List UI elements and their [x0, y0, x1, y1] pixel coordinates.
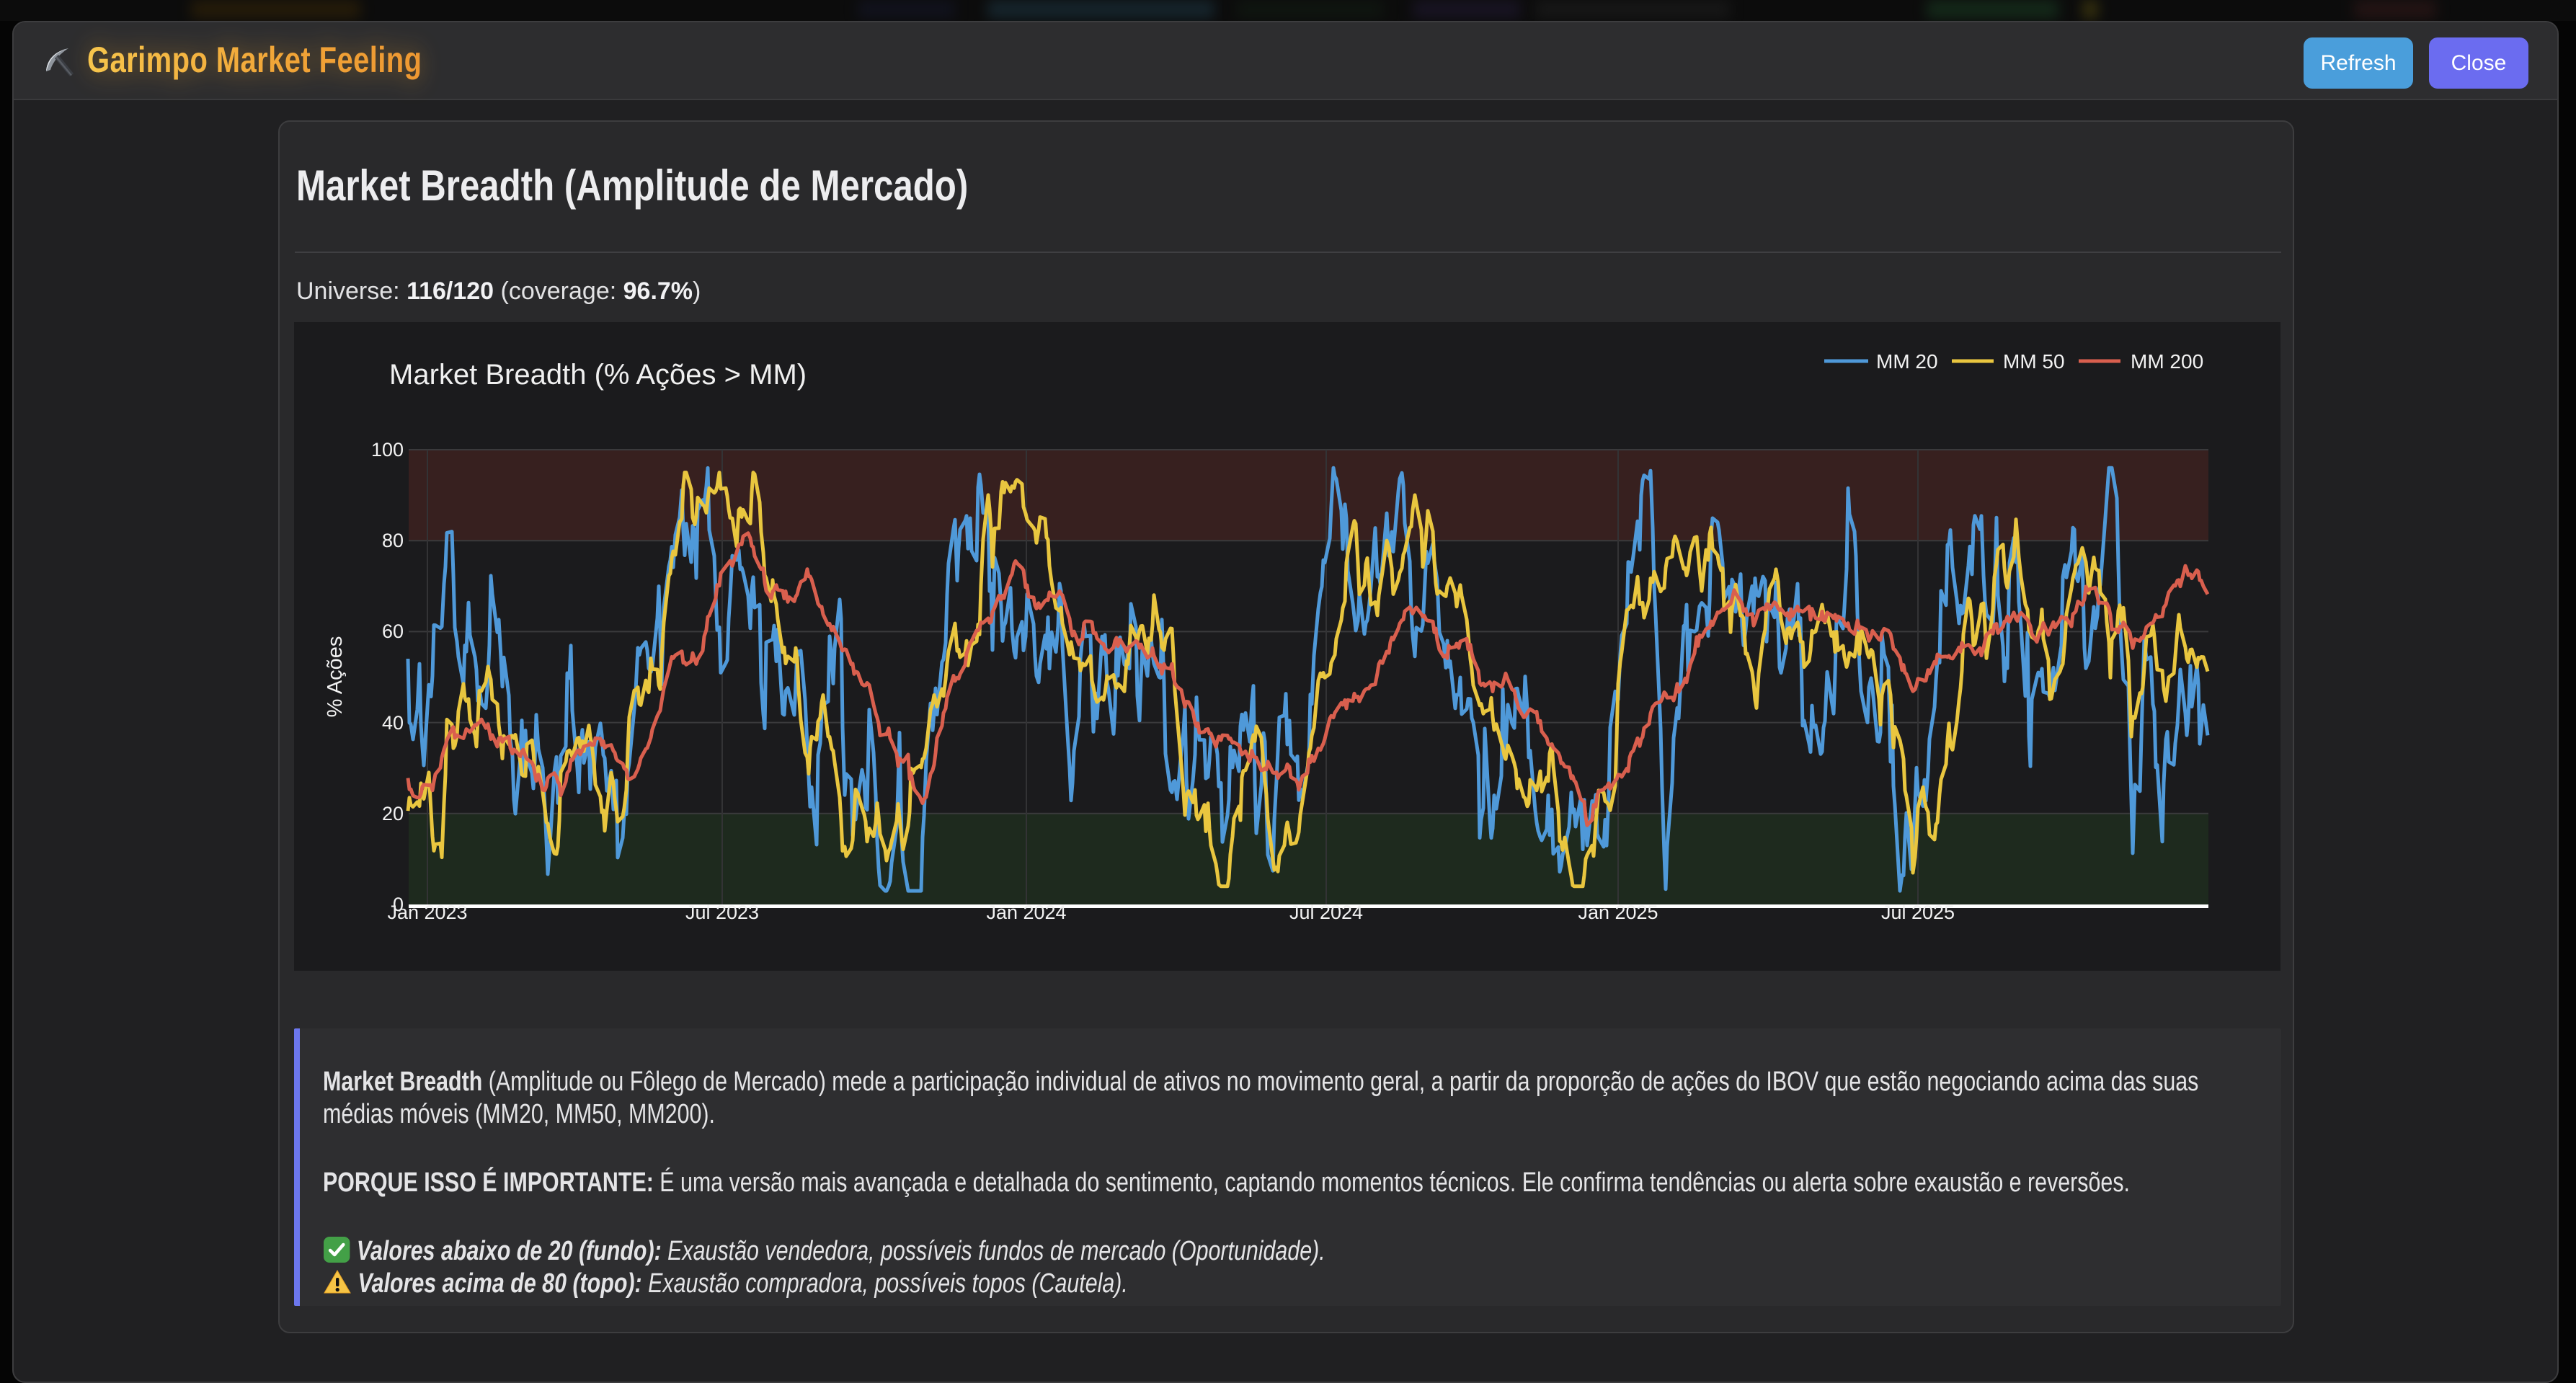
svg-text:Jul 2024: Jul 2024 — [1289, 902, 1363, 923]
svg-text:60: 60 — [382, 621, 404, 642]
svg-text:Jul 2025: Jul 2025 — [1881, 902, 1955, 923]
svg-text:MM 50: MM 50 — [2003, 350, 2065, 373]
svg-text:Jul 2023: Jul 2023 — [685, 902, 759, 923]
svg-text:Jan 2023: Jan 2023 — [387, 902, 467, 923]
svg-text:% Ações: % Ações — [324, 636, 347, 718]
svg-text:Jan 2025: Jan 2025 — [1578, 902, 1658, 923]
svg-text:20: 20 — [382, 803, 404, 824]
svg-text:100: 100 — [371, 439, 404, 461]
svg-text:MM 20: MM 20 — [1876, 350, 1938, 373]
svg-text:80: 80 — [382, 530, 404, 551]
svg-text:40: 40 — [382, 712, 404, 734]
svg-text:Jan 2024: Jan 2024 — [986, 902, 1066, 923]
svg-text:MM 200: MM 200 — [2131, 350, 2203, 373]
svg-text:Market Breadth (% Ações > MM): Market Breadth (% Ações > MM) — [389, 359, 807, 391]
